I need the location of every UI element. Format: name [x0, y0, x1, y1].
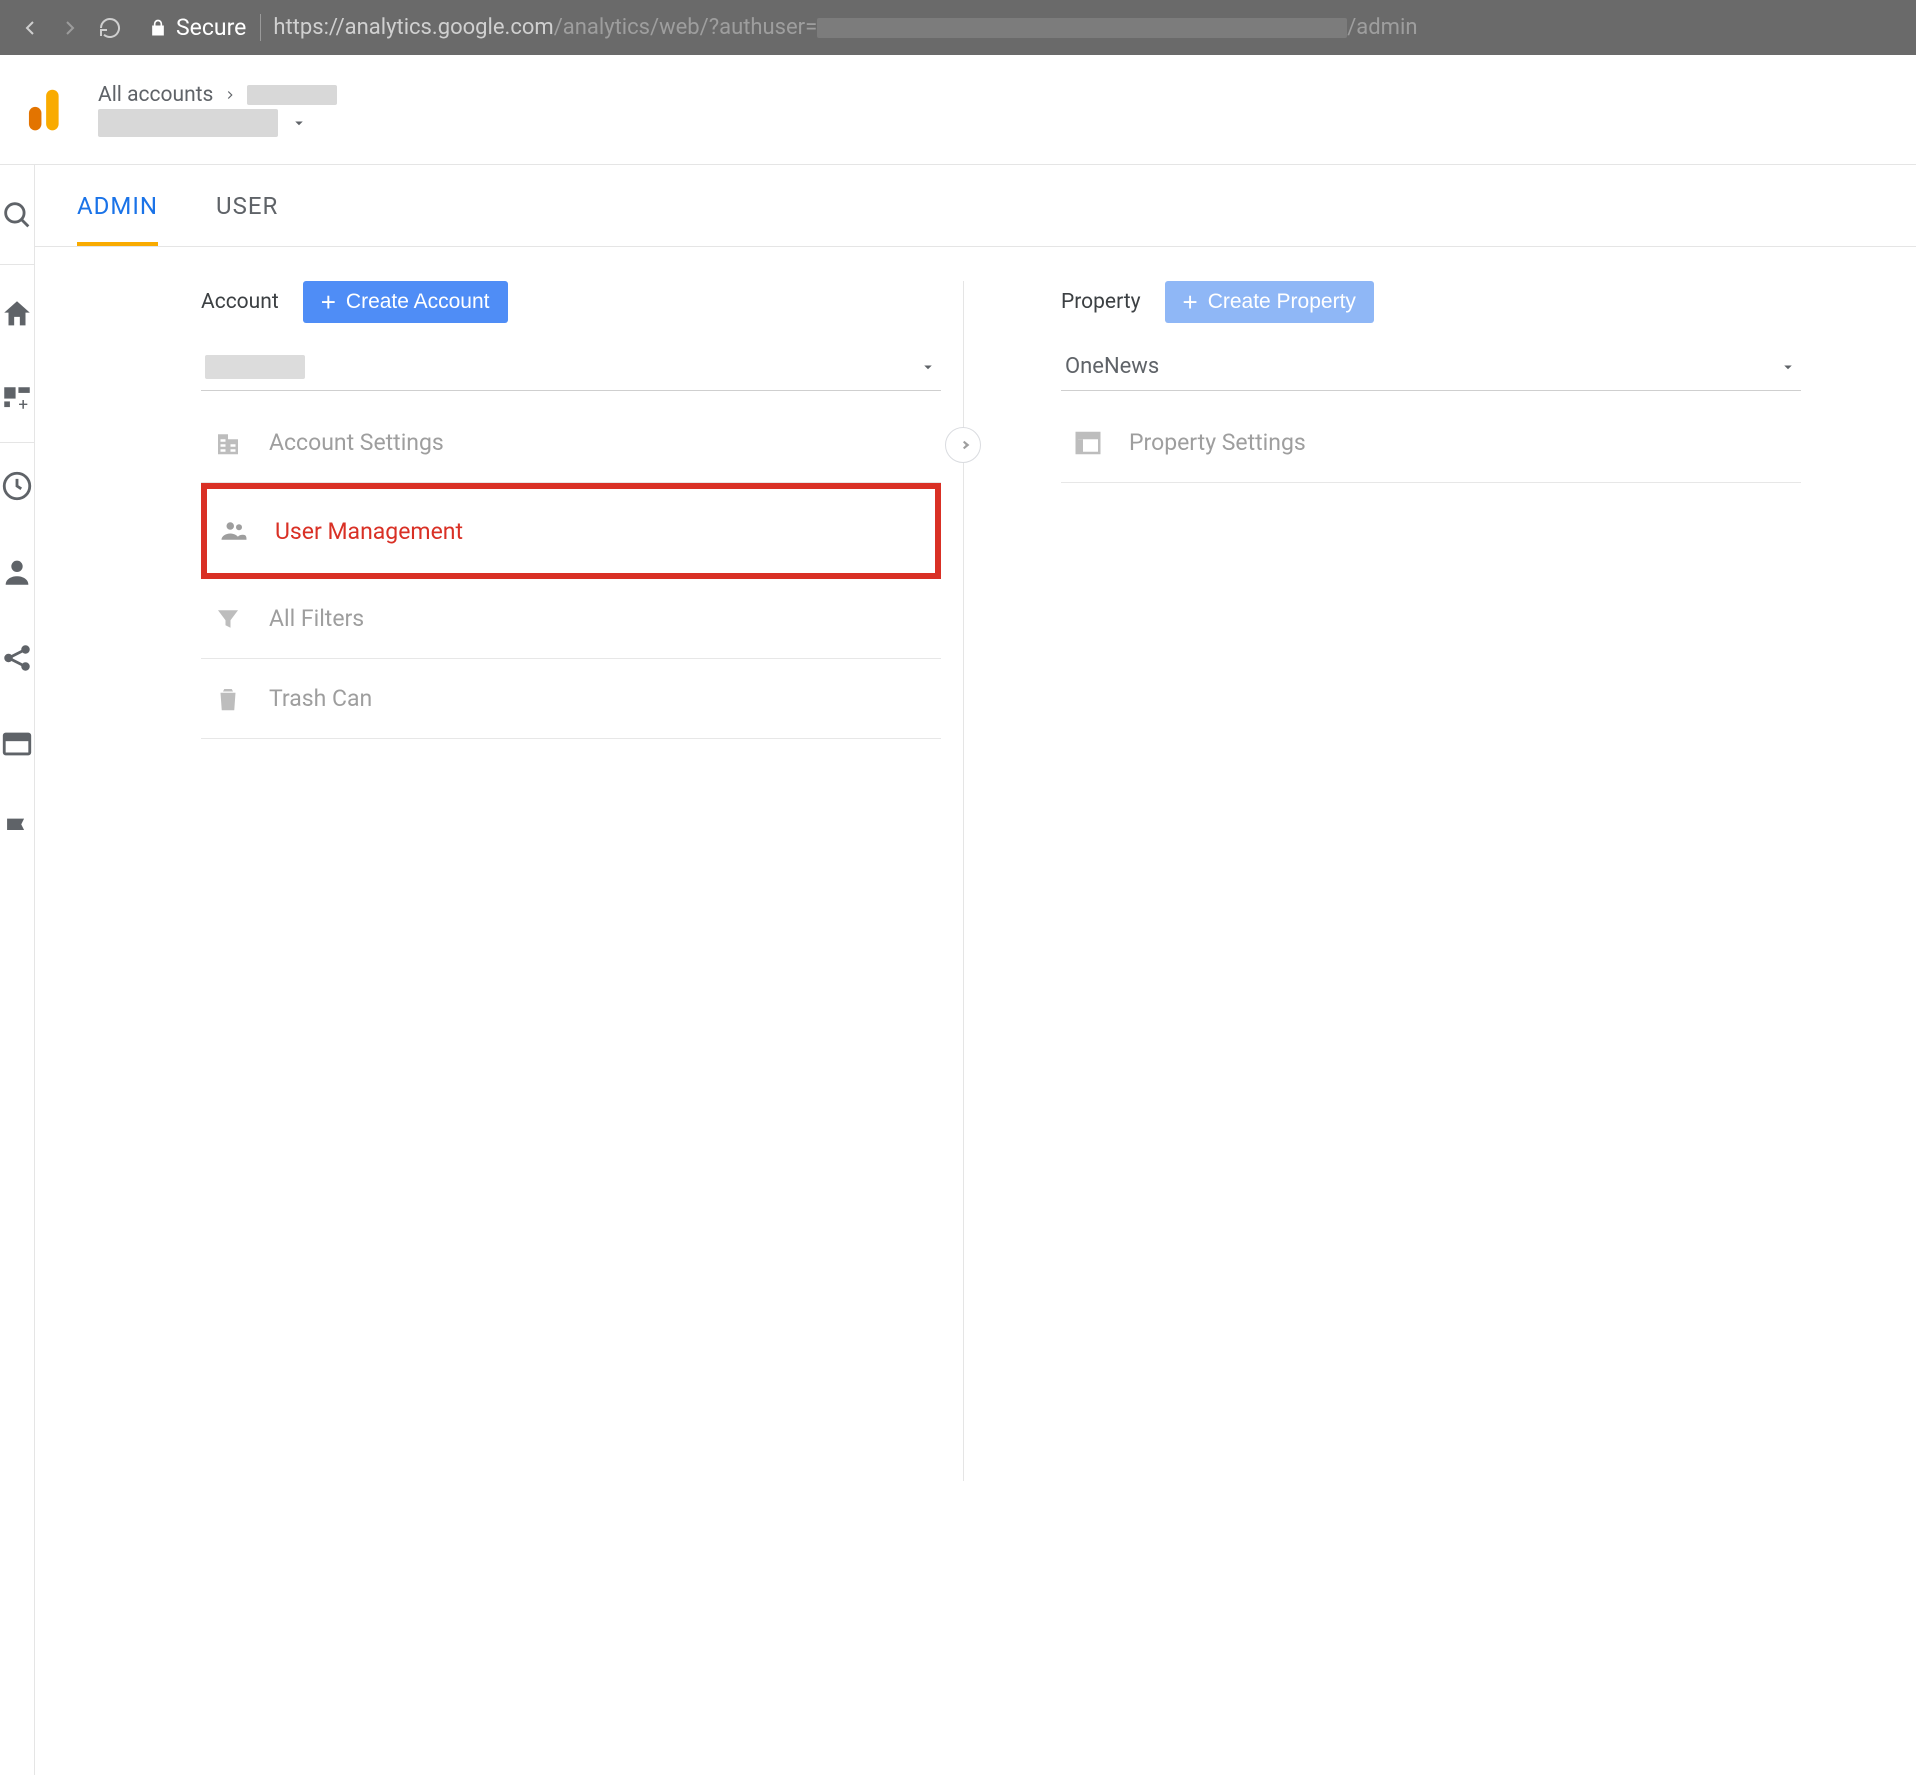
browser-address-bar[interactable]: Secure https://analytics.google.com /ana… [140, 11, 1906, 45]
tab-admin-label: ADMIN [77, 192, 158, 220]
building-icon [211, 428, 245, 458]
account-selector[interactable] [201, 343, 941, 391]
flag-icon [0, 813, 34, 847]
property-column: Property + Create Property OneNews [1061, 281, 1801, 739]
trash-icon [211, 684, 245, 714]
property-settings-row[interactable]: Property Settings [1061, 403, 1801, 483]
person-icon [0, 555, 34, 589]
account-column-label: Account [201, 290, 279, 314]
account-breadcrumb[interactable]: All accounts [98, 83, 337, 137]
nav-realtime[interactable] [0, 443, 34, 529]
plus-icon: + [321, 287, 336, 318]
url-path-post: /admin [1347, 15, 1417, 40]
svg-text:+: + [18, 394, 28, 414]
dashboard-icon: + [0, 383, 34, 417]
account-column: Account + Create Account Account [201, 281, 941, 739]
browser-back-button[interactable] [10, 8, 50, 48]
caret-down-icon [290, 114, 308, 132]
admin-tab-strip: ADMIN USER [35, 165, 1916, 247]
trash-can-row[interactable]: Trash Can [201, 659, 941, 739]
nav-behavior[interactable] [0, 701, 34, 787]
nav-home[interactable] [0, 271, 34, 357]
chevron-right-icon [223, 88, 237, 102]
home-icon [0, 297, 34, 331]
url-host: https://analytics.google.com [273, 15, 553, 40]
layout-icon [1071, 428, 1105, 458]
nav-acquisition[interactable] [0, 615, 34, 701]
plus-icon: + [1183, 287, 1198, 318]
search-icon [0, 198, 34, 232]
account-selector-value-redacted [205, 355, 305, 379]
tab-user-label: USER [216, 192, 278, 220]
property-settings-label: Property Settings [1129, 429, 1306, 456]
secure-label: Secure [176, 14, 261, 41]
url-redacted [817, 18, 1347, 38]
user-management-row[interactable]: User Management [201, 483, 941, 579]
property-selector[interactable]: OneNews [1061, 343, 1801, 391]
all-filters-row[interactable]: All Filters [201, 579, 941, 659]
share-icon [0, 641, 34, 675]
ga-logo-icon [18, 85, 68, 135]
people-icon [217, 516, 251, 546]
breadcrumb-root: All accounts [98, 83, 213, 107]
browser-chrome: Secure https://analytics.google.com /ana… [0, 0, 1916, 55]
property-column-label: Property [1061, 290, 1141, 314]
swap-column-button[interactable] [945, 427, 981, 463]
account-settings-label: Account Settings [269, 429, 444, 456]
browser-reload-button[interactable] [90, 8, 130, 48]
nav-audience[interactable] [0, 529, 34, 615]
create-property-button[interactable]: + Create Property [1165, 281, 1374, 323]
caret-down-icon [1779, 358, 1797, 376]
clock-icon [0, 469, 34, 503]
user-management-label: User Management [275, 518, 463, 545]
all-filters-label: All Filters [269, 605, 364, 632]
create-property-label: Create Property [1208, 290, 1356, 314]
trash-can-label: Trash Can [269, 685, 372, 712]
browser-forward-button[interactable] [50, 8, 90, 48]
nav-search[interactable] [0, 165, 34, 265]
caret-down-icon [919, 358, 937, 376]
lock-icon [148, 18, 168, 38]
account-settings-row[interactable]: Account Settings [201, 403, 941, 483]
app-header: All accounts [0, 55, 1916, 165]
nav-customization[interactable]: + [0, 357, 34, 443]
nav-conversions[interactable] [0, 787, 34, 873]
breadcrumb-property-redacted [98, 109, 278, 137]
filter-icon [211, 604, 245, 634]
tab-admin[interactable]: ADMIN [77, 165, 158, 246]
browser-icon [0, 727, 34, 761]
arrow-right-icon [952, 434, 974, 456]
property-selector-value: OneNews [1065, 354, 1159, 379]
create-account-label: Create Account [346, 290, 490, 314]
create-account-button[interactable]: + Create Account [303, 281, 508, 323]
breadcrumb-account-redacted [247, 85, 337, 105]
url-path-pre: /analytics/web/?authuser= [554, 15, 818, 40]
left-nav-rail: + [0, 165, 35, 1775]
tab-user[interactable]: USER [216, 165, 278, 246]
